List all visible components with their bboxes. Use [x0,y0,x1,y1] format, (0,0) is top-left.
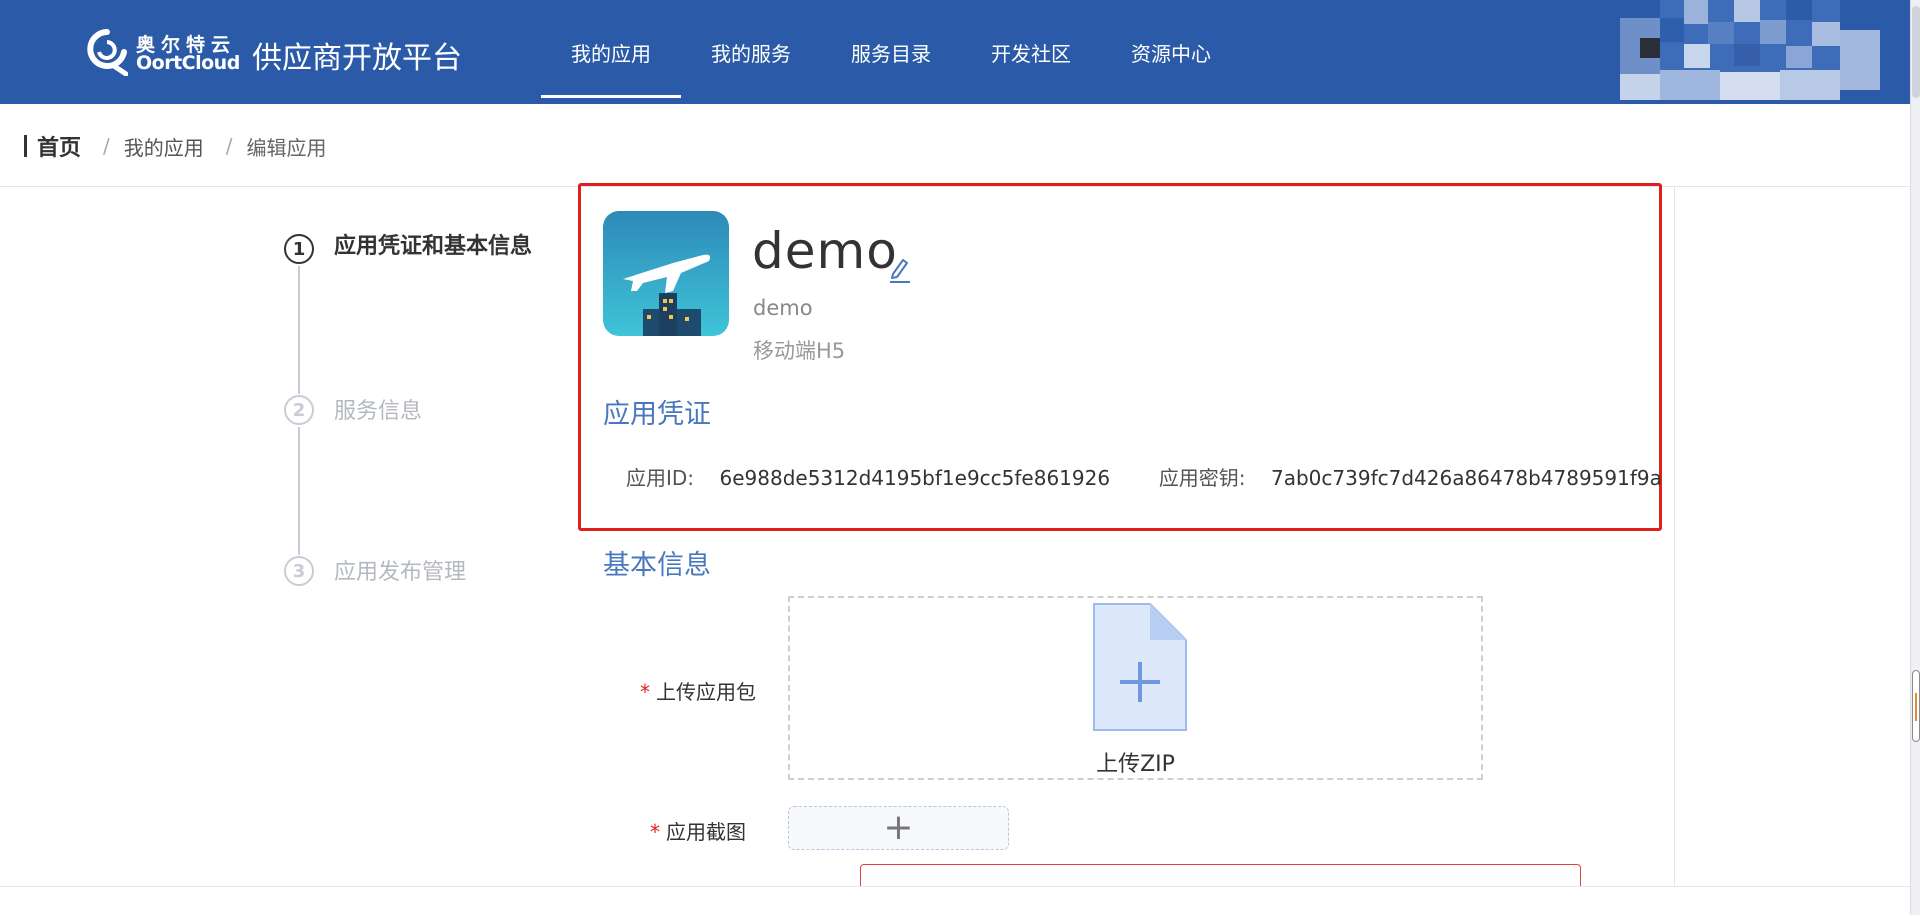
step-3-number: 3 [284,556,314,586]
step-1[interactable]: 1 应用凭证和基本信息 [284,234,540,264]
partial-input-field[interactable] [860,864,1581,888]
breadcrumb-edit-app: 编辑应用 [246,135,327,160]
app-id-value: 6e988de5312d4195bf1e9cc5fe861926 [719,466,1111,490]
plus-icon: + [883,807,914,848]
credentials-title: 应用凭证 [603,399,711,430]
screenshot-label: * 应用截图 [650,816,746,845]
screenshot-upload-button[interactable]: + [788,806,1009,850]
scrollbar-thumb[interactable] [1912,670,1920,742]
logo-en-text: OortCloud [136,52,240,74]
breadcrumb-separator: / [103,134,110,158]
app-secret-value: 7ab0c739fc7d426a86478b4789591f9a [1271,466,1662,490]
app-name: demo [752,222,898,280]
app-platform: 移动端H5 [753,339,846,363]
step-1-number: 1 [284,234,314,264]
screenshot-label-text: 应用截图 [666,820,746,844]
step-1-label: 应用凭证和基本信息 [334,234,533,259]
step-3[interactable]: 3 应用发布管理 [284,556,540,590]
oortcloud-logo-icon [87,29,128,76]
pencil-icon[interactable] [888,254,912,284]
step-3-label: 应用发布管理 [334,560,467,585]
step-2[interactable]: 2 服务信息 [284,395,540,429]
nav-my-services[interactable]: 我的服务 [681,0,821,104]
required-mark: * [650,820,660,844]
next-form-row [0,862,1910,888]
upload-zip-text: 上传ZIP [1096,752,1175,777]
logo[interactable]: 奥尔特云 OortCloud [86,26,244,80]
nav-service-catalog[interactable]: 服务目录 [821,0,961,104]
required-mark: * [640,680,650,704]
upload-package-label-text: 上传应用包 [656,680,756,704]
step-2-number: 2 [284,395,314,425]
app-secret-label: 应用密钥: [1158,466,1246,490]
step-connector [298,427,300,555]
user-avatar-icon[interactable] [1620,0,1880,108]
main-nav: 我的应用 我的服务 服务目录 开发社区 资源中心 [541,0,1241,104]
basic-info-title: 基本信息 [603,550,711,581]
breadcrumb-home[interactable]: 首页 [37,130,81,162]
step-2-label: 服务信息 [334,399,423,424]
breadcrumb-my-apps[interactable]: 我的应用 [124,132,204,161]
breadcrumb-bar [24,135,27,157]
nav-dev-community[interactable]: 开发社区 [961,0,1101,104]
upload-zip-dropzone[interactable]: 上传ZIP [788,596,1483,780]
content-right-border [1674,186,1675,886]
bottom-strip [0,886,1910,916]
platform-title: 供应商开放平台 [252,41,462,76]
credentials-row: 应用ID: 6e988de5312d4195bf1e9cc5fe861926 应… [626,462,1662,491]
app-subtitle: demo [753,296,813,320]
airplane-city-icon [603,211,729,336]
page-scrollbar[interactable] [1910,0,1920,915]
upload-package-label: * 上传应用包 [640,676,756,705]
breadcrumb-separator: / [225,134,233,158]
top-navbar: 奥尔特云 OortCloud 供应商开放平台 我的应用 我的服务 服务目录 开发… [0,0,1910,104]
scrollbar-top-segment [1912,6,1920,98]
file-add-icon [1093,603,1187,731]
app-id-label: 应用ID: [626,466,695,490]
nav-my-apps[interactable]: 我的应用 [541,0,681,104]
breadcrumb: 首页 / 我的应用 / 编辑应用 [24,131,327,161]
step-connector [298,266,300,394]
nav-resource-center[interactable]: 资源中心 [1101,0,1241,104]
